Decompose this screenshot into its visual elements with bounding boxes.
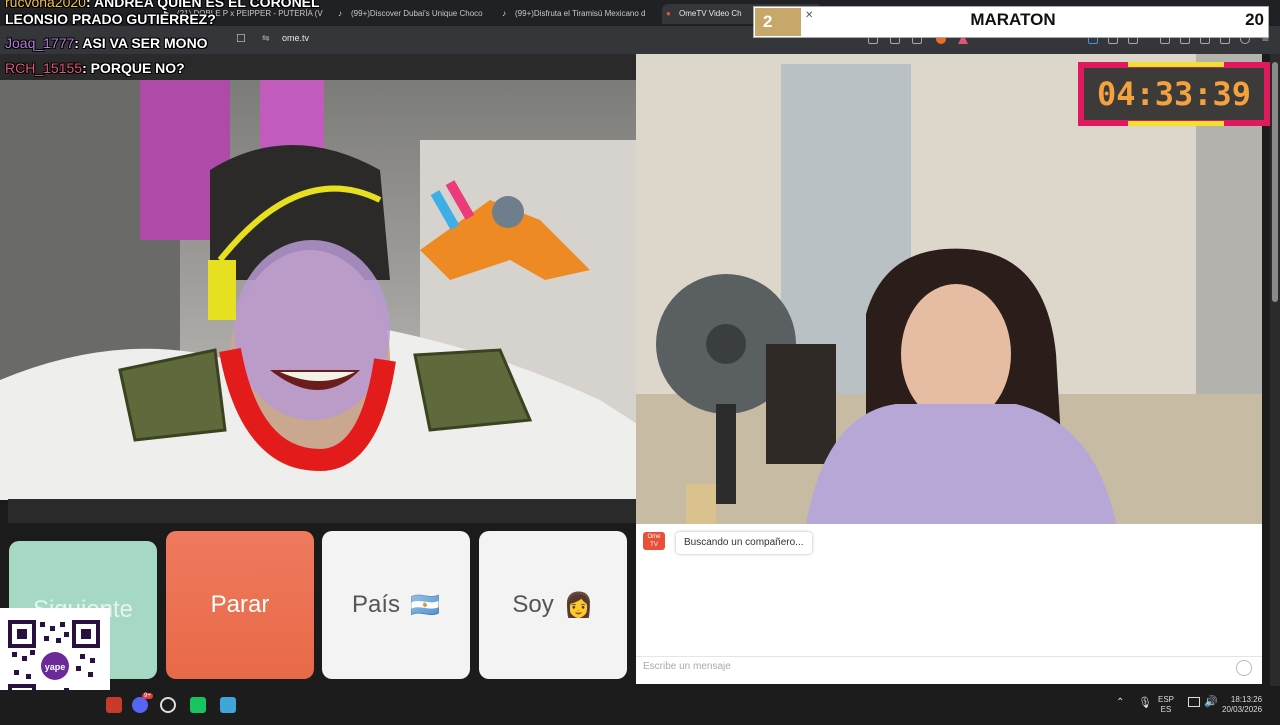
emoji-icon[interactable] xyxy=(1236,660,1252,676)
clock[interactable]: 18:13:26 20/03/2026 xyxy=(1222,695,1262,715)
obs-icon[interactable] xyxy=(160,697,176,713)
app-icon[interactable] xyxy=(106,697,122,713)
country-button[interactable]: País 🇦🇷 xyxy=(322,531,470,679)
status-message: Buscando un compañero... xyxy=(676,532,812,554)
yape-logo: yape xyxy=(45,662,66,672)
gender-button[interactable]: Soy 👩 xyxy=(479,531,627,679)
tab-tiktok-1[interactable]: ♪ (99+)Discover Dubai's Unique Choco xyxy=(334,4,494,24)
chat-line-cut: rucvona2020: ANDREA QUIEN ES EL CORONEL xyxy=(5,0,320,10)
tiktok-icon: ♪ xyxy=(338,9,342,18)
kick-icon[interactable] xyxy=(190,697,206,713)
chevron-up-icon[interactable]: ⌃ xyxy=(1116,697,1124,708)
microphone-icon[interactable]: 🎙 xyxy=(1138,696,1152,709)
chat-user-cut: rucvona2020 xyxy=(5,0,86,10)
timer-accent-top xyxy=(1128,62,1224,67)
chat-user: Joaq_1777 xyxy=(5,35,75,51)
woman-emoji-icon: 👩 xyxy=(563,591,594,619)
volume-icon[interactable]: 🔊 xyxy=(1204,695,1218,708)
display-icon[interactable] xyxy=(1188,697,1200,707)
chat-user: RCH_15155 xyxy=(5,60,83,76)
discord-badge: 9+ xyxy=(142,693,153,699)
message-input[interactable]: Escribe un mensaje xyxy=(643,661,731,672)
argentina-flag-icon: 🇦🇷 xyxy=(410,591,440,619)
local-video xyxy=(0,80,662,500)
tab-tiktok-2[interactable]: ♪ (99+)Disfruta el Tiramisú Mexicano d xyxy=(498,4,658,24)
maraton-right-number: 20 xyxy=(1245,10,1264,29)
ometv-logo-icon: Ome TV xyxy=(643,532,665,550)
timer-value: 04:33:39 xyxy=(1096,75,1252,113)
close-icon[interactable]: ✕ xyxy=(805,10,813,21)
maraton-title: MARATON xyxy=(970,10,1056,29)
scrollbar-thumb[interactable] xyxy=(1272,62,1278,302)
local-video-bar xyxy=(8,499,636,523)
chat-divider xyxy=(636,656,1262,657)
notepad-icon[interactable] xyxy=(220,697,236,713)
stop-button[interactable]: Parar xyxy=(166,531,314,679)
discord-icon[interactable] xyxy=(132,697,148,713)
language-indicator[interactable]: ESP ES xyxy=(1158,695,1174,715)
local-video-scene xyxy=(0,80,662,500)
tiktok-icon: ♪ xyxy=(502,9,506,18)
ometv-icon: ● xyxy=(666,9,671,18)
bookmark-icon[interactable]: ☐ xyxy=(236,32,246,45)
maraton-left-number: 2 xyxy=(755,8,801,36)
chat-line-continued: LEONSIO PRADO GUTIERREZ? xyxy=(5,11,216,27)
site-info-icon[interactable]: ⇋ xyxy=(262,33,270,44)
chat-line: Joaq_1777: ASI VA SER MONO xyxy=(5,35,208,51)
chat-line: RCH_15155: PORQUE NO? xyxy=(5,60,185,76)
url-field[interactable]: ome.tv xyxy=(282,33,309,43)
timer-accent-bottom xyxy=(1128,121,1224,126)
